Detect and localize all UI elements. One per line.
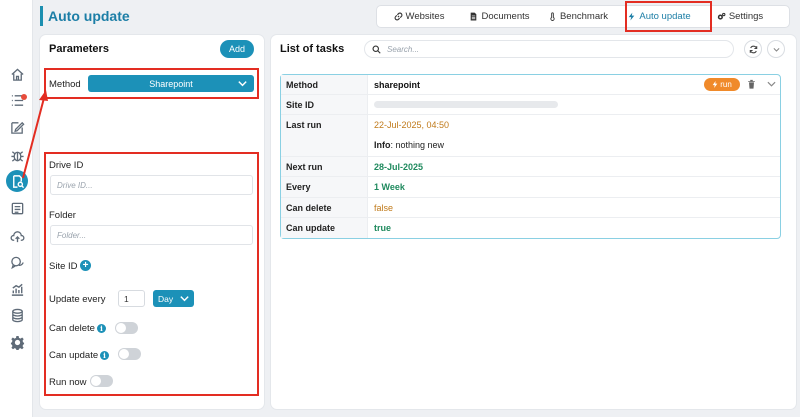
- chevron-down-icon: [773, 47, 779, 52]
- task-key-every: Every: [281, 177, 368, 197]
- task-row-every: Every 1 Week: [281, 177, 780, 198]
- run-button[interactable]: run: [704, 78, 740, 91]
- database-icon[interactable]: [7, 305, 27, 325]
- tab-settings[interactable]: Settings: [700, 6, 780, 27]
- page-title: Auto update: [40, 6, 130, 26]
- tab-documents-label: Documents: [481, 11, 530, 22]
- tab-websites-label: Websites: [405, 11, 445, 22]
- task-key-can-update: Can update: [281, 218, 368, 238]
- list-icon[interactable]: [7, 90, 27, 110]
- task-value-next-run: 28-Jul-2025: [374, 162, 424, 172]
- refresh-icon: [749, 45, 757, 53]
- document-search-icon[interactable]: [6, 170, 28, 192]
- task-key-next-run: Next run: [281, 157, 368, 176]
- task-info-text: : nothing new: [390, 140, 445, 150]
- link-icon: [394, 12, 402, 21]
- edit-icon[interactable]: [7, 117, 27, 137]
- task-key-last-run: Last run: [281, 115, 368, 156]
- document-icon: [471, 12, 477, 21]
- task-search: [364, 40, 734, 58]
- highlight-box-form-fields: [44, 152, 259, 396]
- gears-icon: [717, 12, 726, 20]
- task-key-site-id: Site ID: [281, 95, 368, 114]
- bug-icon[interactable]: [7, 145, 27, 165]
- task-value-method: sharepoint: [374, 80, 421, 90]
- expand-all-button[interactable]: [767, 40, 785, 58]
- tab-benchmark-label: Benchmark: [559, 11, 609, 22]
- task-key-can-delete: Can delete: [281, 198, 368, 217]
- analytics-icon[interactable]: [7, 279, 27, 299]
- task-value-can-delete: false: [374, 203, 394, 213]
- sidebar-nav: [0, 0, 33, 417]
- task-row-can-delete: Can delete false: [281, 198, 780, 218]
- run-button-label: run: [720, 80, 732, 89]
- task-key-method: Method: [281, 75, 368, 94]
- tab-benchmark[interactable]: Benchmark: [538, 6, 618, 27]
- highlight-box-auto-update-tab: [625, 1, 712, 32]
- notification-dot: [21, 94, 27, 100]
- task-value-every: 1 Week: [374, 182, 405, 192]
- add-button[interactable]: Add: [220, 40, 254, 58]
- task-row-method: Method sharepoint run: [281, 75, 780, 95]
- task-row-can-update: Can update true: [281, 218, 780, 238]
- chat-icon[interactable]: [7, 252, 27, 272]
- task-info-label: Info: [374, 140, 391, 150]
- home-icon[interactable]: [7, 64, 27, 84]
- task-value-can-update: true: [374, 223, 392, 233]
- tab-settings-label: Settings: [728, 11, 764, 22]
- search-icon: [372, 45, 381, 54]
- task-row-last-run: Last run 22-Jul-2025, 04:50 Info: nothin…: [281, 115, 780, 157]
- task-row-site-id: Site ID: [281, 95, 780, 115]
- search-input[interactable]: [387, 43, 717, 55]
- parameters-title: Parameters: [49, 43, 109, 55]
- thermometer-icon: [550, 12, 555, 21]
- tasks-title: List of tasks: [280, 43, 345, 55]
- chevron-down-icon[interactable]: [767, 80, 776, 88]
- trash-icon[interactable]: [747, 79, 756, 89]
- task-value-last-run: 22-Jul-2025, 04:50: [374, 120, 450, 130]
- tab-websites[interactable]: Websites: [377, 6, 461, 27]
- task-row-next-run: Next run 28-Jul-2025: [281, 157, 780, 177]
- form-icon[interactable]: [7, 198, 27, 218]
- refresh-button[interactable]: [744, 40, 762, 58]
- lightning-icon: [712, 81, 718, 88]
- site-id-value-placeholder: [374, 101, 558, 108]
- task-value-info: Info: nothing new: [374, 140, 444, 150]
- settings-icon[interactable]: [7, 332, 27, 352]
- cloud-upload-icon[interactable]: [7, 226, 27, 246]
- highlight-box-method: [44, 68, 259, 99]
- task-card: Method sharepoint run Site ID Last run 2…: [280, 74, 781, 239]
- tab-documents[interactable]: Documents: [461, 6, 538, 27]
- tab-bar: Websites Documents Benchmark Auto update…: [376, 5, 790, 28]
